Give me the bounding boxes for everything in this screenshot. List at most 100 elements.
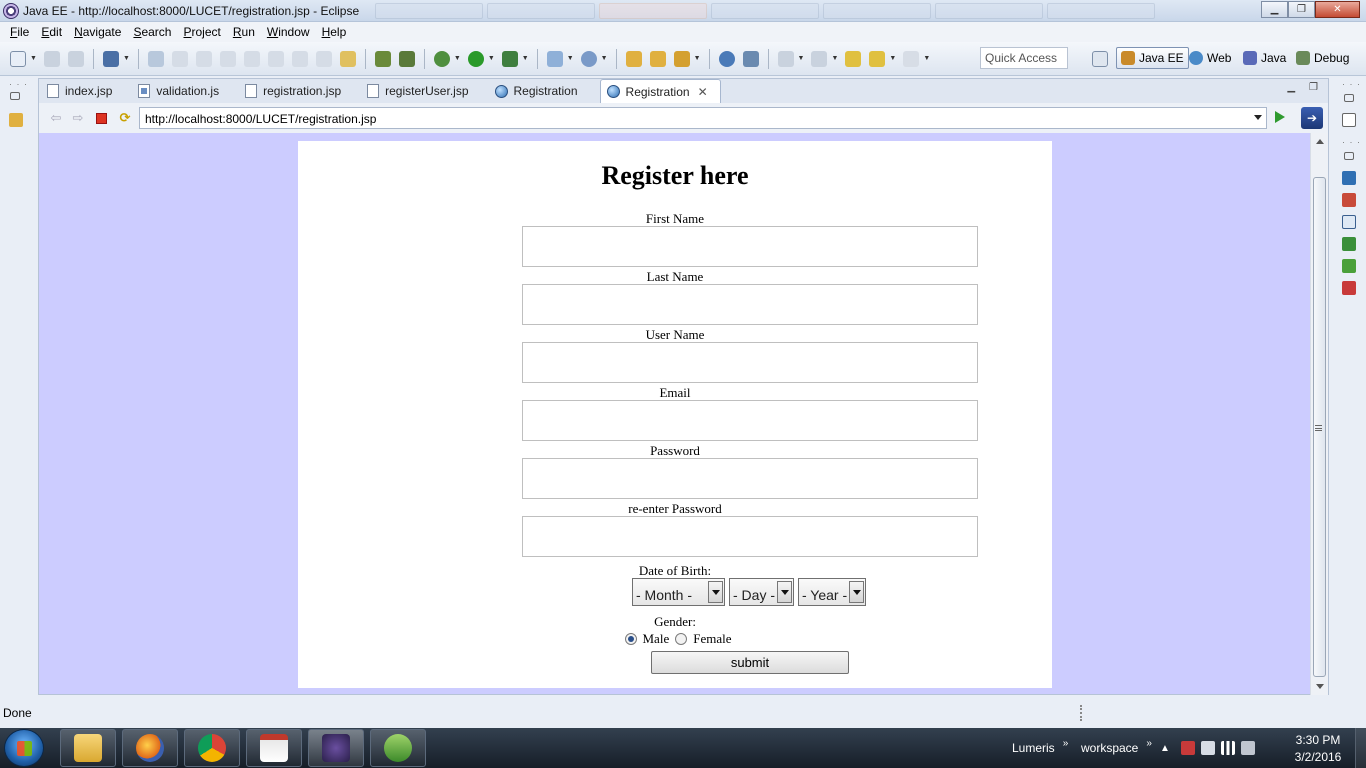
show-desktop-button[interactable] bbox=[1355, 728, 1366, 768]
male-radio[interactable] bbox=[624, 633, 637, 645]
last-edit-icon[interactable] bbox=[845, 50, 862, 67]
search-tool-icon[interactable] bbox=[673, 50, 690, 67]
menu-run[interactable]: Run bbox=[227, 25, 261, 39]
minimize-button[interactable]: ▁ bbox=[1261, 1, 1288, 18]
menu-help[interactable]: Help bbox=[316, 25, 353, 39]
tab-registration-browser-active[interactable]: Registration ✕ bbox=[599, 79, 721, 103]
resume-icon[interactable] bbox=[171, 50, 188, 67]
terminate-icon[interactable] bbox=[219, 50, 236, 67]
day-select[interactable]: - Day - bbox=[729, 578, 794, 606]
close-button[interactable]: ✕ bbox=[1315, 1, 1360, 18]
toggle-mark-occurrences-icon[interactable] bbox=[742, 50, 759, 67]
deploy-icon[interactable] bbox=[374, 50, 391, 67]
tab-validation-js[interactable]: validation.js bbox=[132, 79, 231, 103]
perspective-debug[interactable]: Debug bbox=[1296, 47, 1349, 69]
open-perspective-icon[interactable] bbox=[1092, 51, 1108, 67]
perspective-java-ee[interactable]: Java EE bbox=[1116, 47, 1189, 69]
url-input[interactable]: http://localhost:8000/LUCET/registration… bbox=[139, 107, 1267, 129]
forward-icon[interactable]: ⇨ bbox=[70, 110, 86, 126]
last-name-input[interactable] bbox=[522, 284, 978, 325]
system-clock[interactable]: 3:30 PM 3/2/2016 bbox=[1288, 732, 1348, 766]
new-class-icon[interactable] bbox=[580, 50, 597, 67]
markers-icon[interactable] bbox=[1342, 171, 1356, 185]
restore-view-icon[interactable] bbox=[1344, 152, 1354, 160]
month-select[interactable]: - Month - bbox=[632, 578, 725, 606]
user-name-input[interactable] bbox=[522, 342, 978, 383]
restore-button[interactable]: ❐ bbox=[1288, 1, 1315, 18]
menu-navigate[interactable]: Navigate bbox=[68, 25, 127, 39]
perspective-java[interactable]: Java bbox=[1243, 47, 1286, 69]
restore-view-icon[interactable] bbox=[1344, 94, 1354, 102]
menu-edit[interactable]: Edit bbox=[35, 25, 68, 39]
year-select[interactable]: - Year - bbox=[798, 578, 866, 606]
browser-icon[interactable] bbox=[718, 50, 735, 67]
properties-icon[interactable] bbox=[1342, 193, 1356, 207]
next-annotation-icon[interactable] bbox=[777, 50, 794, 67]
taskbar-chrome[interactable] bbox=[184, 729, 240, 767]
step-over-icon[interactable] bbox=[291, 50, 308, 67]
url-history-dropdown-icon[interactable] bbox=[1254, 115, 1262, 120]
debug-run-icon[interactable] bbox=[433, 50, 450, 67]
tab-registeruser-jsp[interactable]: registerUser.jsp bbox=[361, 79, 480, 103]
toolbar-lumeris[interactable]: Lumeris » bbox=[1012, 728, 1068, 768]
show-hidden-icons-icon[interactable]: ▲ bbox=[1160, 743, 1170, 754]
first-name-input[interactable] bbox=[522, 226, 978, 267]
action-center-icon[interactable] bbox=[1180, 741, 1195, 755]
menu-window[interactable]: Window bbox=[261, 25, 316, 39]
forward-icon[interactable] bbox=[903, 50, 920, 67]
back-icon[interactable] bbox=[869, 50, 886, 67]
password-input[interactable] bbox=[522, 458, 978, 499]
menu-file[interactable]: File bbox=[4, 25, 35, 39]
taskbar-explorer[interactable] bbox=[60, 729, 116, 767]
open-console-icon[interactable] bbox=[102, 50, 119, 67]
server-icon[interactable] bbox=[398, 50, 415, 67]
open-type-icon[interactable] bbox=[625, 50, 642, 67]
minimize-editor-icon[interactable]: ▁ bbox=[1287, 82, 1295, 93]
maximize-editor-icon[interactable]: ❐ bbox=[1309, 82, 1318, 93]
drop-to-frame-icon[interactable] bbox=[339, 50, 356, 67]
skip-breakpoints-icon[interactable] bbox=[147, 50, 164, 67]
menu-project[interactable]: Project bbox=[177, 25, 226, 39]
email-input[interactable] bbox=[522, 400, 978, 441]
tab-index-jsp[interactable]: index.jsp bbox=[41, 79, 124, 103]
menu-search[interactable]: Search bbox=[127, 25, 177, 39]
open-external-browser-icon[interactable]: ➔ bbox=[1301, 107, 1323, 129]
refresh-icon[interactable]: ⟳ bbox=[117, 110, 133, 126]
restore-view-icon[interactable] bbox=[10, 92, 20, 100]
quick-access-input[interactable]: Quick Access bbox=[980, 47, 1068, 69]
back-icon[interactable]: ⇦ bbox=[48, 110, 64, 126]
volume-icon[interactable] bbox=[1240, 741, 1255, 755]
close-tab-icon[interactable]: ✕ bbox=[698, 85, 708, 99]
submit-button[interactable]: submit bbox=[651, 651, 849, 674]
problems-icon[interactable] bbox=[1342, 281, 1356, 295]
toolbar-workspace[interactable]: workspace » bbox=[1081, 728, 1152, 768]
scroll-up-icon[interactable] bbox=[1316, 139, 1324, 144]
perspective-web[interactable]: Web bbox=[1189, 47, 1231, 69]
servers-icon[interactable] bbox=[1342, 215, 1356, 229]
open-folder-icon[interactable] bbox=[649, 50, 666, 67]
safely-remove-icon[interactable] bbox=[1200, 741, 1215, 755]
project-explorer-icon[interactable] bbox=[9, 113, 23, 127]
run-icon[interactable] bbox=[467, 50, 484, 67]
tab-registration-browser[interactable]: Registration bbox=[489, 79, 590, 103]
new-icon[interactable] bbox=[10, 50, 26, 67]
taskbar-notepad[interactable] bbox=[246, 729, 302, 767]
start-button[interactable] bbox=[4, 729, 44, 767]
network-signal-icon[interactable] bbox=[1220, 741, 1235, 755]
stop-icon[interactable] bbox=[96, 112, 107, 124]
outline-icon[interactable] bbox=[1342, 113, 1356, 127]
tab-registration-jsp[interactable]: registration.jsp bbox=[239, 79, 353, 103]
vertical-scrollbar[interactable] bbox=[1310, 133, 1328, 695]
taskbar-java-ee-ide[interactable] bbox=[308, 729, 364, 767]
data-source-icon[interactable] bbox=[1342, 237, 1356, 251]
reenter-password-input[interactable] bbox=[522, 516, 978, 557]
female-radio[interactable] bbox=[675, 633, 688, 645]
step-return-icon[interactable] bbox=[315, 50, 332, 67]
step-into-icon[interactable] bbox=[267, 50, 284, 67]
external-tools-icon[interactable] bbox=[501, 50, 518, 67]
prev-annotation-icon[interactable] bbox=[811, 50, 828, 67]
taskbar-downloader[interactable] bbox=[370, 729, 426, 767]
go-icon[interactable] bbox=[1275, 111, 1285, 123]
scroll-down-icon[interactable] bbox=[1316, 684, 1324, 689]
new-project-icon[interactable] bbox=[546, 50, 563, 67]
